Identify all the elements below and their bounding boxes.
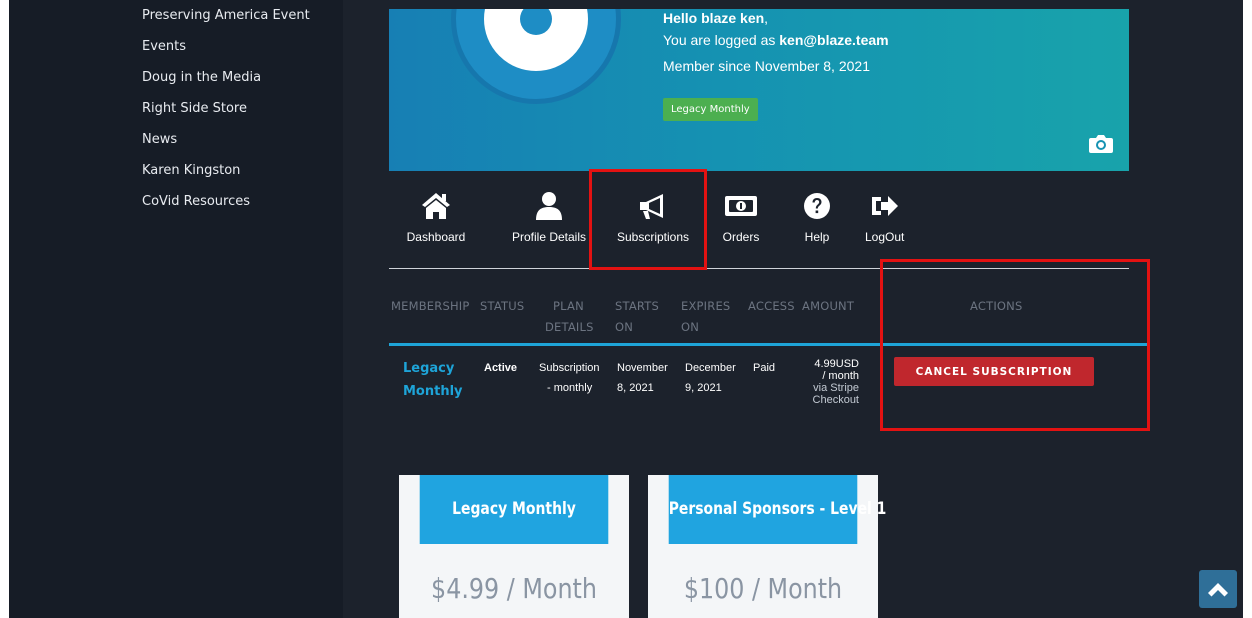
question-icon: [804, 193, 830, 219]
logged-as-line: You are logged as ken@blaze.team: [663, 31, 889, 53]
row-expires-2: 9, 2021: [685, 382, 722, 394]
plan-card-title: Legacy Monthly: [419, 475, 609, 544]
row-amount: 4.99USD / month via Stripe Checkout: [799, 358, 859, 406]
sidebar-item-right-side-store[interactable]: Right Side Store: [142, 99, 310, 130]
user-icon: [536, 192, 562, 220]
row-starts-1: November: [617, 362, 668, 374]
money-icon: [725, 196, 757, 216]
plan-card-title: Personal Sponsors - Level 1: [668, 475, 886, 544]
header-access: ACCESS: [748, 299, 795, 313]
sidebar-item-doug-in-the-media[interactable]: Doug in the Media: [142, 68, 310, 99]
member-since: Member since November 8, 2021: [663, 58, 870, 74]
megaphone-icon: [640, 194, 663, 219]
sidebar-item-covid-resources[interactable]: CoVid Resources: [142, 192, 310, 223]
logged-as-prefix: You are logged as: [663, 32, 780, 48]
sidebar-menu: Preserving America Event Events Doug in …: [142, 6, 310, 223]
row-access: Paid: [753, 362, 776, 374]
row-details-1: Subscription: [539, 362, 600, 374]
account-tabs: Dashboard Profile Details Subscriptions: [389, 190, 1129, 270]
logout-icon: [872, 196, 898, 216]
greeting-block: Hello blaze ken, You are logged as ken@b…: [663, 9, 889, 79]
sidebar-item-events[interactable]: Events: [142, 37, 310, 68]
tabs-divider: [389, 268, 1129, 269]
hello-suffix: ,: [764, 10, 769, 26]
user-email: ken@blaze.team: [779, 32, 889, 48]
row-status: Active: [484, 362, 518, 374]
sidebar-item-preserving-america-event[interactable]: Preserving America Event: [142, 6, 310, 37]
scroll-to-top-button[interactable]: [1199, 570, 1237, 608]
tab-subscriptions[interactable]: Subscriptions: [611, 190, 695, 244]
sidebar-item-karen-kingston[interactable]: Karen Kingston: [142, 161, 310, 192]
row-amount-gateway: Checkout: [812, 394, 859, 406]
tab-logout[interactable]: LogOut: [865, 190, 921, 244]
tab-orders-label: Orders: [722, 230, 760, 244]
row-details-2: - monthly: [547, 382, 593, 394]
plan-card-legacy-monthly[interactable]: Legacy Monthly $4.99 / Month: [399, 475, 629, 618]
row-amount-via: via Stripe: [813, 382, 859, 394]
page-frame: Preserving America Event Events Doug in …: [9, 0, 1243, 618]
avatar-core: [520, 9, 552, 35]
row-amount-period: / month: [822, 370, 859, 382]
avatar-inner-ring: [484, 9, 588, 71]
header-details: DETAILS: [545, 320, 594, 334]
header-amount: AMOUNT: [802, 299, 855, 313]
row-plan-name-1[interactable]: Legacy: [403, 358, 454, 380]
home-icon: [422, 193, 450, 219]
hello-prefix: Hello: [663, 10, 702, 26]
header-expires: EXPIRES: [681, 299, 731, 313]
tab-profile-details[interactable]: Profile Details: [507, 190, 591, 244]
header-membership: MEMBERSHIP: [391, 299, 470, 313]
tab-help[interactable]: Help: [795, 190, 839, 244]
user-name: blaze ken: [701, 10, 765, 26]
table-header-rule: [389, 343, 1147, 346]
tab-profile-details-label: Profile Details: [511, 230, 587, 244]
header-expires-on: ON: [681, 320, 700, 334]
row-plan-name-2[interactable]: Monthly: [403, 381, 463, 403]
membership-badge: Legacy Monthly: [663, 98, 758, 121]
camera-icon[interactable]: [1089, 133, 1113, 153]
plan-card-personal-sponsors[interactable]: Personal Sponsors - Level 1 $100 / Month: [648, 475, 886, 618]
header-starts-on: ON: [615, 320, 634, 334]
tab-subscriptions-label: Subscriptions: [616, 230, 690, 244]
tab-orders[interactable]: Orders: [715, 190, 767, 244]
row-expires-1: December: [685, 362, 736, 374]
tab-dashboard[interactable]: Dashboard: [403, 190, 469, 244]
header-plan: PLAN: [553, 299, 584, 313]
row-amount-value: 4.99USD: [814, 358, 859, 370]
header-status: STATUS: [480, 299, 525, 313]
row-starts-2: 8, 2021: [617, 382, 654, 394]
cancel-subscription-button[interactable]: CANCEL SUBSCRIPTION: [894, 357, 1094, 386]
header-actions: ACTIONS: [970, 299, 1023, 313]
plan-card-price: $4.99 / Month: [431, 572, 597, 605]
avatar[interactable]: [451, 9, 621, 104]
sidebar: Preserving America Event Events Doug in …: [9, 0, 343, 618]
plan-card-price: $100 / Month: [683, 572, 843, 605]
header-starts: STARTS: [615, 299, 659, 313]
profile-banner: Hello blaze ken, You are logged as ken@b…: [389, 9, 1129, 171]
hello-line: Hello blaze ken,: [663, 9, 889, 31]
sidebar-item-news[interactable]: News: [142, 130, 310, 161]
tab-dashboard-label: Dashboard: [406, 230, 466, 244]
tab-help-label: Help: [804, 230, 830, 244]
chevron-up-icon: [1208, 583, 1228, 597]
tab-logout-label: LogOut: [865, 230, 905, 244]
